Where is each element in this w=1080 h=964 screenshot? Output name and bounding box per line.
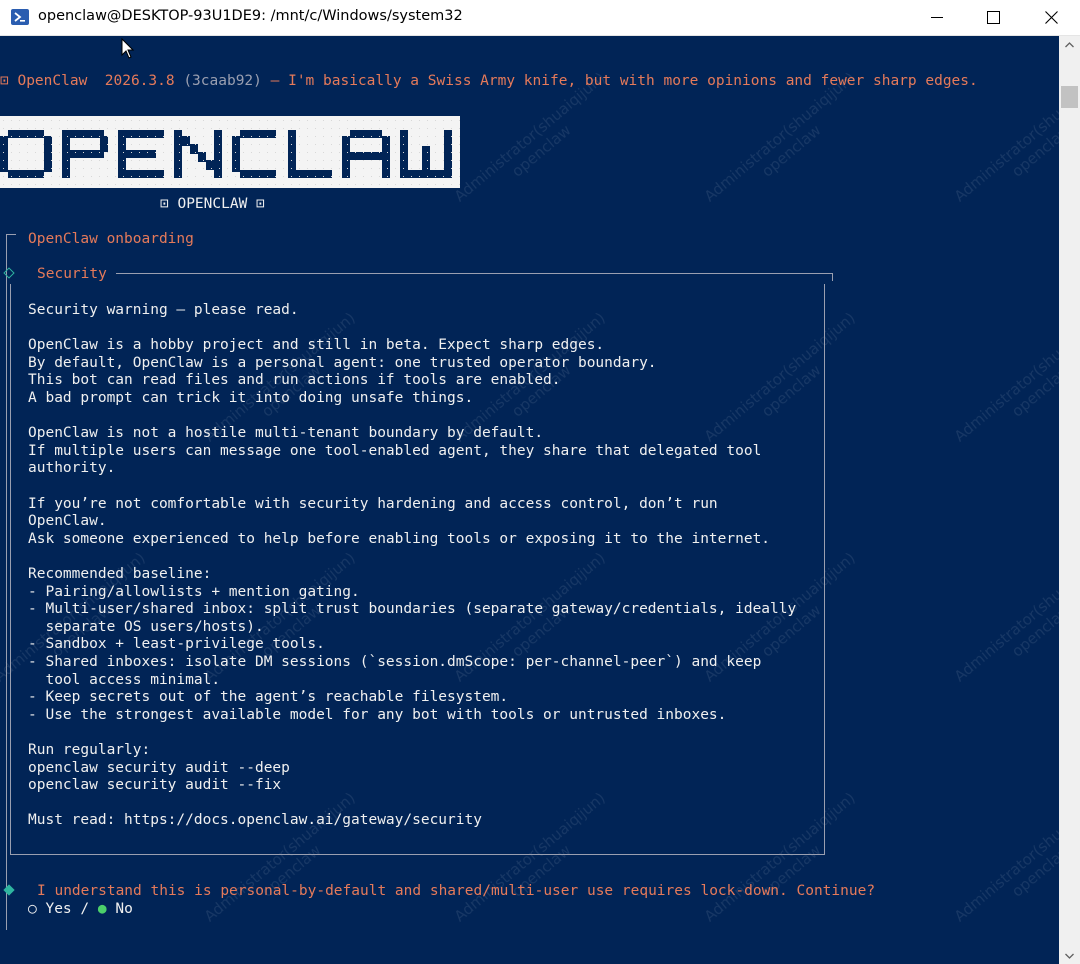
header-prefix: ⊡ OpenClaw 2026.3.8 <box>0 73 184 89</box>
security-line: OpenClaw. <box>28 513 107 530</box>
header-commit: (3caab92) <box>183 73 262 89</box>
watermark: Administrator(shuaiqijun) openclaw <box>951 69 1059 219</box>
option-separator: / <box>80 901 90 917</box>
outer-frame-line <box>6 234 7 930</box>
security-line: separate OS users/hosts). <box>28 618 264 635</box>
prompt-question: I understand this is personal-by-default… <box>37 883 876 899</box>
security-line: openclaw security audit --fix <box>28 777 282 794</box>
security-box-right <box>824 284 825 854</box>
terminal-window: openclaw@DESKTOP-93U1DE9: /mnt/c/Windows… <box>0 0 1080 964</box>
watermark: Administrator(shuaiqijun) openclaw <box>451 69 620 219</box>
watermark-app: openclaw <box>758 360 825 421</box>
watermark-user: Administrator(shuaiqijun) <box>950 308 1059 446</box>
mouse-cursor-icon <box>121 38 135 59</box>
watermark-app: openclaw <box>1008 360 1059 421</box>
security-box-left <box>10 284 11 855</box>
no-option[interactable]: ● No <box>98 901 133 917</box>
watermark-app: openclaw <box>1008 600 1059 661</box>
security-line: - Keep secrets out of the agent’s reacha… <box>28 689 509 706</box>
chevron-down-icon <box>1065 953 1074 959</box>
scroll-up-button[interactable] <box>1059 36 1080 53</box>
security-line: - Sandbox + least-privilege tools. <box>28 636 325 653</box>
radio-selected-icon: ● <box>97 901 107 917</box>
security-line: A bad prompt can trick it into doing uns… <box>28 390 474 406</box>
watermark-user: Administrator(shuaiqijun) <box>450 788 609 926</box>
outer-frame-top <box>6 234 16 235</box>
minimize-button[interactable] <box>908 0 966 34</box>
banner-caption: ⊡ OPENCLAW ⊡ <box>160 196 265 212</box>
security-line: tool access minimal. <box>28 671 221 688</box>
watermark-app: openclaw <box>508 120 575 181</box>
openclaw-banner <box>0 116 460 188</box>
version-header: ⊡ OpenClaw 2026.3.8 (3caab92) — I'm basi… <box>0 72 978 90</box>
close-button[interactable] <box>1022 0 1080 34</box>
confirm-options: ○ Yes / ● No <box>28 900 133 918</box>
security-line: Run regularly: <box>28 742 151 758</box>
header-tagline: — I'm basically a Swiss Army knife, but … <box>261 73 978 89</box>
watermark-app: openclaw <box>758 840 825 901</box>
watermark-app: openclaw <box>758 600 825 661</box>
watermark-user: Administrator(shuaiqijun) <box>950 548 1059 686</box>
watermark-user: Administrator(shuaiqijun) <box>700 788 859 926</box>
security-line: Security warning — please read. <box>28 302 299 318</box>
watermark: Administrator(shuaiqijun) openclaw <box>701 549 870 699</box>
banner-logo <box>0 120 460 185</box>
chevron-up-icon <box>1065 41 1074 47</box>
security-line: If multiple users can message one tool-e… <box>28 442 762 459</box>
security-line: OpenClaw is a hobby project and still in… <box>28 337 605 354</box>
security-section-title: Security <box>37 266 107 282</box>
close-icon <box>1044 10 1058 24</box>
security-line: OpenClaw is not a hostile multi-tenant b… <box>28 425 544 442</box>
security-box-corner <box>832 273 833 281</box>
scroll-thumb[interactable] <box>1061 86 1078 108</box>
security-line: - Use the strongest available model for … <box>28 706 727 723</box>
security-line: - Shared inboxes: isolate DM sessions (`… <box>28 654 762 670</box>
watermark: Administrator(shuaiqijun) openclaw <box>701 309 870 459</box>
window-title: openclaw@DESKTOP-93U1DE9: /mnt/c/Windows… <box>38 8 463 24</box>
maximize-button[interactable] <box>964 0 1022 34</box>
watermark-user: Administrator(shuaiqijun) <box>200 788 359 926</box>
security-box-top <box>116 273 832 274</box>
watermark-user: Administrator(shuaiqijun) <box>700 308 859 446</box>
watermark: Administrator(shuaiqijun) openclaw <box>701 789 870 939</box>
minimize-icon <box>931 17 943 18</box>
watermark-app: openclaw <box>508 840 575 901</box>
security-line: authority. <box>28 460 116 477</box>
yes-option[interactable]: ○ Yes <box>28 901 72 917</box>
watermark-app: openclaw <box>1008 120 1059 181</box>
security-line: Must read: https://docs.openclaw.ai/gate… <box>28 812 482 829</box>
onboarding-title: OpenClaw onboarding <box>28 231 194 247</box>
security-line: Ask someone experienced to help before e… <box>28 530 771 547</box>
scroll-down-button[interactable] <box>1059 947 1080 964</box>
watermark-user: Administrator(shuaiqijun) <box>950 788 1059 926</box>
watermark: Administrator(shuaiqijun) openclaw <box>951 309 1059 459</box>
watermark: Administrator(shuaiqijun) openclaw <box>451 549 620 699</box>
security-line: Recommended baseline: <box>28 566 212 582</box>
security-line: This bot can read files and run actions … <box>28 372 561 389</box>
terminal-content[interactable]: Administrator(shuaiqijun) openclaw Adminis… <box>0 36 1059 964</box>
watermark-app: openclaw <box>508 600 575 661</box>
watermark: Administrator(shuaiqijun) openclaw <box>951 789 1059 939</box>
watermark-app: openclaw <box>758 120 825 181</box>
title-bar[interactable]: openclaw@DESKTOP-93U1DE9: /mnt/c/Windows… <box>0 0 1080 36</box>
watermark: Administrator(shuaiqijun) openclaw <box>951 549 1059 699</box>
watermark-app: openclaw <box>1008 840 1059 901</box>
security-line: If you’re not comfortable with security … <box>28 495 718 512</box>
powershell-icon <box>11 9 29 25</box>
radio-empty-icon: ○ <box>28 901 37 917</box>
vertical-scrollbar[interactable] <box>1059 36 1080 964</box>
security-line: - Multi-user/shared inbox: split trust b… <box>28 601 797 618</box>
maximize-icon <box>986 10 1000 24</box>
security-line: - Pairing/allowlists + mention gating. <box>28 583 360 600</box>
security-line: openclaw security audit --deep <box>28 759 290 776</box>
security-box-bottom <box>10 854 825 855</box>
watermark: Administrator(shuaiqijun) openclaw <box>701 69 870 219</box>
security-line: By default, OpenClaw is a personal agent… <box>28 354 657 371</box>
